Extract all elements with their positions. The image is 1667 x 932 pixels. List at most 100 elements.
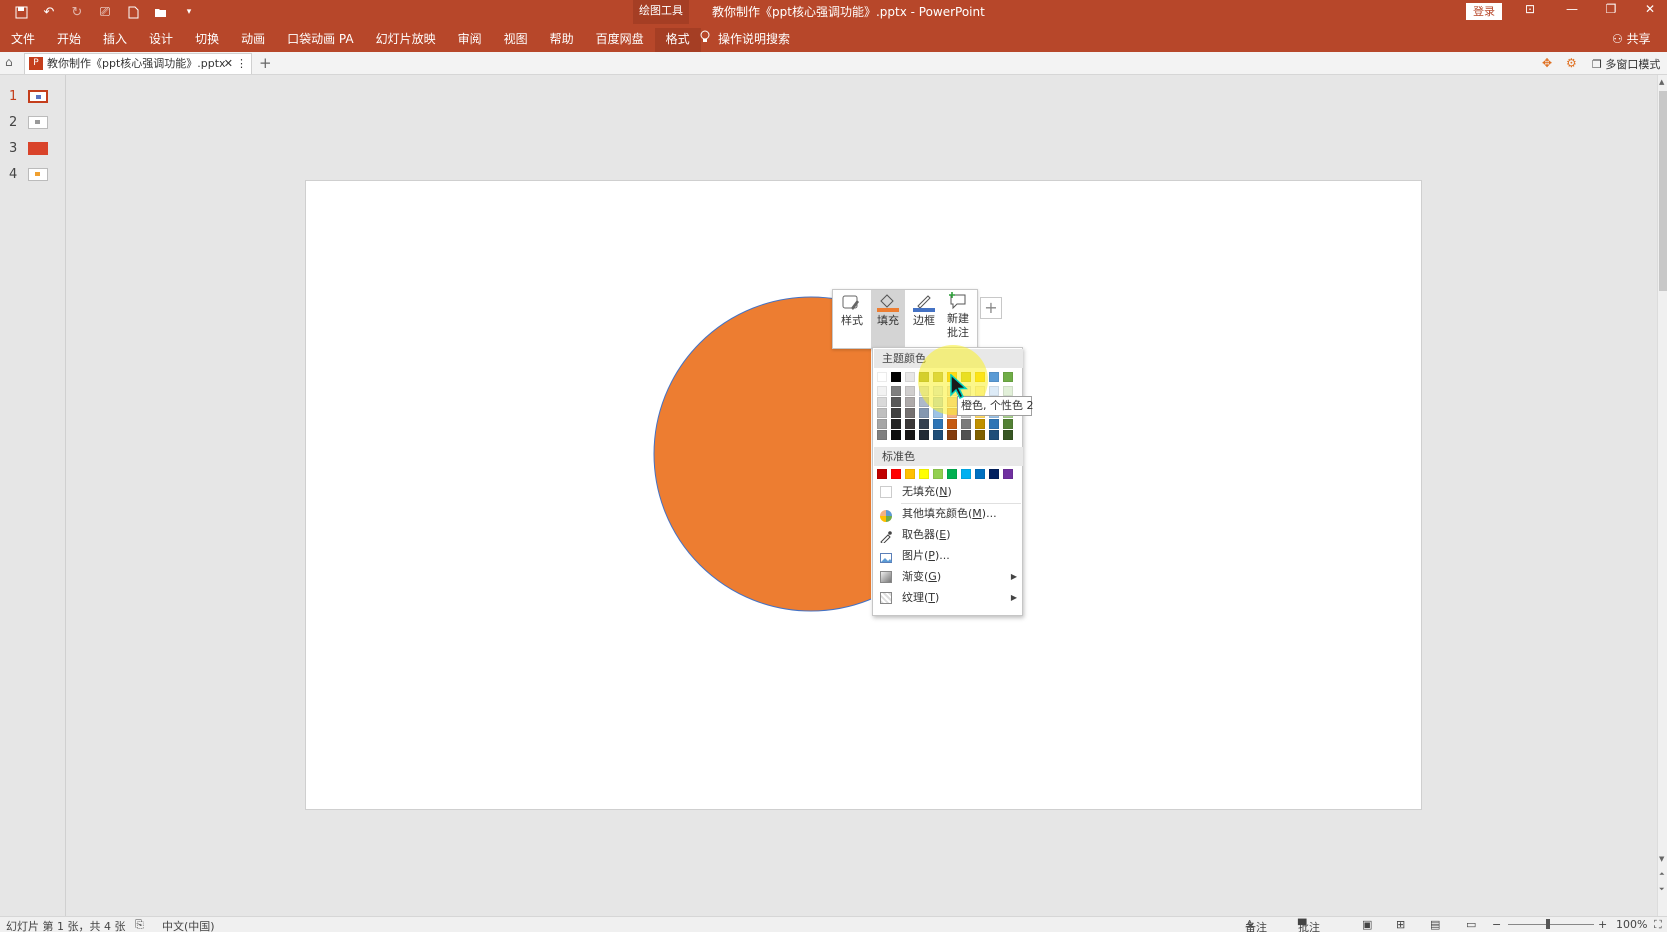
theme-color-shade-swatch[interactable] <box>933 430 943 440</box>
tab-format[interactable]: 格式 <box>654 28 701 52</box>
slide-thumbnail[interactable]: 4 <box>0 165 66 185</box>
theme-color-shade-swatch[interactable] <box>891 397 901 407</box>
theme-color-shade-swatch[interactable] <box>905 408 915 418</box>
restore-icon[interactable]: ❐ <box>1601 2 1621 16</box>
theme-color-shade-swatch[interactable] <box>919 419 929 429</box>
pin-icon[interactable]: ⌂ <box>5 55 13 69</box>
slide-thumbnail[interactable]: 1 <box>0 87 66 107</box>
theme-color-shade-swatch[interactable] <box>961 419 971 429</box>
zoom-slider-handle[interactable] <box>1546 919 1550 929</box>
save-icon[interactable] <box>10 3 32 21</box>
document-tab[interactable]: P 教你制作《ppt核心强调功能》.pptx ✕ ⋮ <box>24 53 252 74</box>
tab-slideshow[interactable]: 幻灯片放映 <box>365 28 447 52</box>
tab-file[interactable]: 文件 <box>0 28 46 52</box>
tab-pocket-animation[interactable]: 口袋动画 PA <box>276 28 365 52</box>
new-tab-icon[interactable]: + <box>259 54 272 72</box>
texture-option[interactable]: 纹理(T) ▶ <box>874 587 1023 608</box>
next-slide-icon[interactable]: ⏷ <box>1659 885 1665 894</box>
slide-thumbnail[interactable]: 2 <box>0 113 66 133</box>
tab-view[interactable]: 视图 <box>493 28 539 52</box>
zoom-out-icon[interactable]: − <box>1492 918 1501 931</box>
theme-color-shade-swatch[interactable] <box>905 419 915 429</box>
zoom-slider[interactable] <box>1508 924 1594 925</box>
theme-color-shade-swatch[interactable] <box>891 430 901 440</box>
theme-color-swatch[interactable] <box>877 372 887 382</box>
theme-color-shade-swatch[interactable] <box>877 386 887 396</box>
theme-color-shade-swatch[interactable] <box>891 386 901 396</box>
slideshow-view-icon[interactable]: ▭ <box>1466 918 1476 931</box>
tab-help[interactable]: 帮助 <box>539 28 585 52</box>
standard-color-swatch[interactable] <box>933 469 943 479</box>
undo-icon[interactable]: ↶ <box>38 3 60 21</box>
spell-check-icon[interactable]: ⎘ <box>135 918 144 932</box>
tell-me-search[interactable]: 操作说明搜索 <box>700 30 790 47</box>
border-button[interactable]: 边框 <box>907 290 941 348</box>
standard-color-swatch[interactable] <box>877 469 887 479</box>
minimize-icon[interactable]: — <box>1562 2 1582 16</box>
multi-window-mode-button[interactable]: ❐ 多窗口模式 <box>1592 56 1660 72</box>
theme-color-shade-swatch[interactable] <box>961 430 971 440</box>
theme-color-shade-swatch[interactable] <box>947 430 957 440</box>
theme-color-shade-swatch[interactable] <box>989 386 999 396</box>
open-folder-icon[interactable] <box>150 3 172 21</box>
login-button[interactable]: 登录 <box>1466 3 1502 20</box>
slide-sorter-icon[interactable]: ⊞ <box>1396 918 1405 931</box>
tab-home[interactable]: 开始 <box>46 28 92 52</box>
tab-review[interactable]: 审阅 <box>447 28 493 52</box>
vertical-scrollbar[interactable]: ▲ ▼ ⏶ ⏷ <box>1657 75 1667 916</box>
theme-color-shade-swatch[interactable] <box>989 430 999 440</box>
normal-view-icon[interactable]: ▣ <box>1362 918 1372 931</box>
zoom-in-icon[interactable]: + <box>1598 918 1607 931</box>
slide-canvas[interactable] <box>305 180 1422 810</box>
tab-animations[interactable]: 动画 <box>230 28 276 52</box>
reading-view-icon[interactable]: ▤ <box>1430 918 1440 931</box>
customize-qat-icon[interactable]: ▾ <box>178 3 200 21</box>
new-comment-button[interactable]: 新建 批注 <box>941 290 975 348</box>
tab-design[interactable]: 设计 <box>138 28 184 52</box>
theme-color-shade-swatch[interactable] <box>891 419 901 429</box>
tab-transitions[interactable]: 切换 <box>184 28 230 52</box>
style-button[interactable]: 样式 <box>835 290 869 348</box>
more-fill-colors-option[interactable]: 其他填充颜色(M)... <box>874 503 1023 524</box>
standard-color-swatch[interactable] <box>989 469 999 479</box>
tab-insert[interactable]: 插入 <box>92 28 138 52</box>
theme-color-swatch[interactable] <box>905 372 915 382</box>
more-icon[interactable]: ⋮ <box>236 54 247 73</box>
theme-color-swatch[interactable] <box>1003 372 1013 382</box>
picture-fill-option[interactable]: 图片(P)... <box>874 545 1023 566</box>
theme-color-shade-swatch[interactable] <box>877 419 887 429</box>
theme-color-shade-swatch[interactable] <box>975 430 985 440</box>
close-tab-icon[interactable]: ✕ <box>224 54 233 73</box>
theme-color-shade-swatch[interactable] <box>933 419 943 429</box>
scroll-down-icon[interactable]: ▼ <box>1659 855 1664 863</box>
theme-color-shade-swatch[interactable] <box>891 408 901 418</box>
share-button[interactable]: ⚇ 共享 <box>1612 30 1651 47</box>
new-file-icon[interactable] <box>122 3 144 21</box>
fill-button[interactable]: 填充 <box>871 290 905 348</box>
theme-color-shade-swatch[interactable] <box>919 430 929 440</box>
tab-baidu-netdisk[interactable]: 百度网盘 <box>585 28 655 52</box>
slide-thumbnail[interactable]: 3 <box>0 139 66 159</box>
present-icon[interactable]: ⎚ <box>94 3 116 21</box>
fit-to-window-icon[interactable]: ⛶ <box>1654 918 1662 932</box>
theme-color-shade-swatch[interactable] <box>877 430 887 440</box>
theme-color-shade-swatch[interactable] <box>905 386 915 396</box>
gradient-option[interactable]: 渐变(G) ▶ <box>874 566 1023 587</box>
theme-color-shade-swatch[interactable] <box>989 419 999 429</box>
zoom-level[interactable]: 100% <box>1616 918 1647 931</box>
standard-color-swatch[interactable] <box>905 469 915 479</box>
eyedropper-option[interactable]: 取色器(E) <box>874 524 1023 545</box>
standard-color-swatch[interactable] <box>891 469 901 479</box>
ribbon-display-icon[interactable]: ⊡ <box>1520 2 1540 16</box>
theme-color-shade-swatch[interactable] <box>975 419 985 429</box>
theme-color-shade-swatch[interactable] <box>877 397 887 407</box>
add-to-toolbar-button[interactable]: + <box>980 297 1002 319</box>
standard-color-swatch[interactable] <box>961 469 971 479</box>
theme-color-swatch[interactable] <box>989 372 999 382</box>
theme-color-shade-swatch[interactable] <box>1003 386 1013 396</box>
no-fill-option[interactable]: 无填充(N) <box>874 481 1023 502</box>
theme-color-shade-swatch[interactable] <box>1003 430 1013 440</box>
settings-gear-icon[interactable]: ⚙ <box>1566 56 1577 70</box>
redo-icon[interactable]: ↻ <box>66 3 88 21</box>
close-window-icon[interactable]: ✕ <box>1640 2 1660 16</box>
